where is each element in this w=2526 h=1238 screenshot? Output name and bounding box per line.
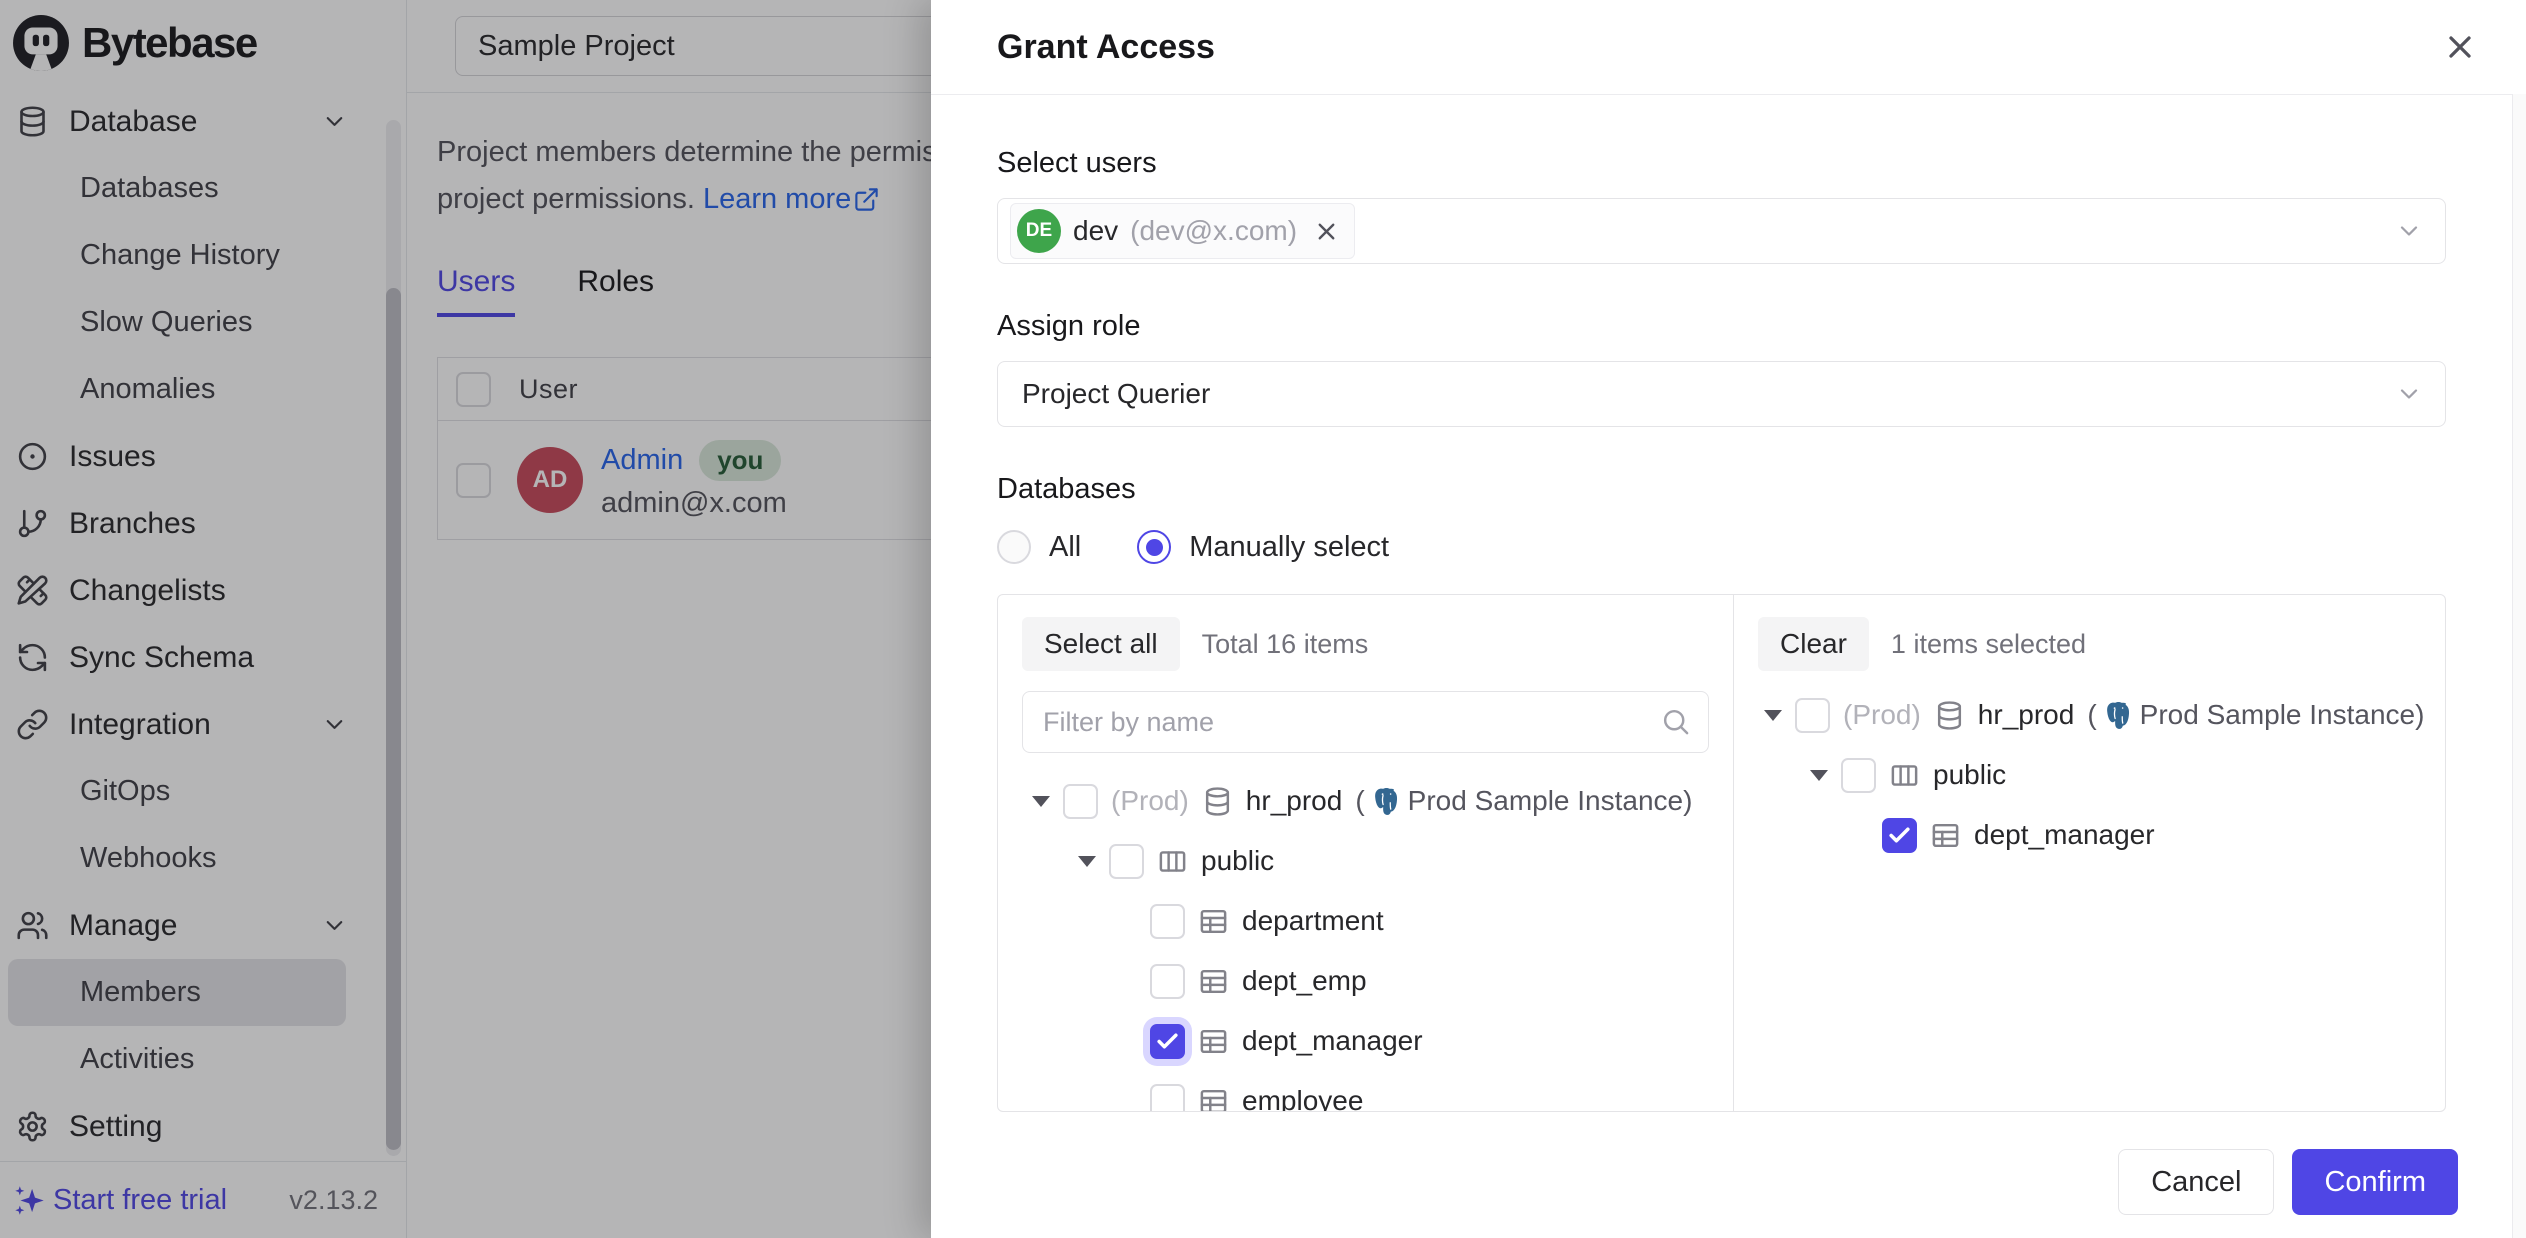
checkbox-unchecked[interactable]: [1150, 964, 1185, 999]
filter-input[interactable]: [1022, 691, 1709, 753]
checkbox-checked[interactable]: [1882, 818, 1917, 853]
role-select[interactable]: Project Querier: [997, 361, 2446, 427]
caret-down-icon[interactable]: [1810, 770, 1828, 781]
select-users-label: Select users: [997, 147, 2446, 180]
table-icon: [1198, 966, 1229, 997]
chevron-down-icon: [2395, 217, 2423, 245]
users-multiselect[interactable]: DE dev (dev@x.com): [997, 198, 2446, 264]
clear-button[interactable]: Clear: [1758, 617, 1869, 671]
modal-footer: Cancel Confirm: [931, 1126, 2512, 1238]
tree-item-table[interactable]: dept_emp: [1150, 951, 1733, 1011]
env-label: (Prod): [1111, 785, 1189, 817]
avatar: DE: [1017, 209, 1061, 253]
table-icon: [1930, 820, 1961, 851]
instance-label: ( Prod Sample Instance): [1355, 785, 1692, 817]
close-button[interactable]: [2442, 29, 2478, 65]
schema-name: public: [1201, 845, 1274, 877]
tree-item-database[interactable]: (Prod) hr_prod ( Prod Sample Instance): [1764, 685, 2445, 745]
database-icon: [1202, 786, 1233, 817]
table-icon: [1198, 1086, 1229, 1112]
checkbox-unchecked[interactable]: [1063, 784, 1098, 819]
chip-user-name: dev: [1073, 215, 1118, 247]
caret-down-icon[interactable]: [1032, 796, 1050, 807]
remove-user-icon[interactable]: [1313, 218, 1340, 245]
source-tree: (Prod) hr_prod ( Prod Sample Instance): [998, 771, 1733, 1111]
grant-access-modal: Grant Access Select users DE dev (dev@x.…: [931, 0, 2526, 1238]
database-icon: [1934, 700, 1965, 731]
confirm-button[interactable]: Confirm: [2292, 1149, 2458, 1215]
instance-label: ( Prod Sample Instance): [2087, 699, 2424, 731]
tree-item-table[interactable]: dept_manager: [1150, 1011, 1733, 1071]
assign-role-label: Assign role: [997, 310, 2446, 343]
source-pane: Select all Total 16 items (Prod) hr_prod: [998, 595, 1734, 1111]
total-items-label: Total 16 items: [1202, 629, 1369, 660]
table-icon: [1198, 1026, 1229, 1057]
radio-manual-label: Manually select: [1189, 531, 1389, 564]
tree-item-table[interactable]: dept_manager: [1882, 805, 2445, 865]
modal-header: Grant Access: [931, 0, 2526, 95]
table-name: employee: [1242, 1085, 1363, 1111]
caret-down-icon[interactable]: [1764, 710, 1782, 721]
schema-icon: [1889, 760, 1920, 791]
postgresql-icon: [1371, 786, 1402, 817]
chip-user-email: (dev@x.com): [1130, 215, 1297, 247]
check-icon: [1155, 1029, 1180, 1054]
radio-selected-icon[interactable]: [1137, 530, 1171, 564]
modal-scrollbar-track[interactable]: [2512, 94, 2526, 1238]
database-name: hr_prod: [1978, 699, 2075, 731]
table-name: dept_manager: [1242, 1025, 1423, 1057]
table-name: department: [1242, 905, 1384, 937]
close-icon: [2442, 29, 2478, 65]
modal-backdrop[interactable]: [0, 0, 931, 1238]
search-icon: [1660, 706, 1691, 737]
tree-item-database[interactable]: (Prod) hr_prod ( Prod Sample Instance): [1032, 771, 1733, 831]
env-label: (Prod): [1843, 699, 1921, 731]
selected-pane: Clear 1 items selected (Prod) hr_prod ( …: [1734, 595, 2445, 1111]
table-name: dept_manager: [1974, 819, 2155, 851]
chevron-down-icon: [2395, 380, 2423, 408]
postgresql-icon: [2103, 700, 2134, 731]
schema-name: public: [1933, 759, 2006, 791]
tree-item-schema[interactable]: public: [1810, 745, 2445, 805]
tree-item-schema[interactable]: public: [1078, 831, 1733, 891]
table-icon: [1198, 906, 1229, 937]
checkbox-unchecked[interactable]: [1109, 844, 1144, 879]
radio-all-label: All: [1049, 531, 1081, 564]
radio-manually-select[interactable]: Manually select: [1137, 530, 1389, 564]
selected-count-label: 1 items selected: [1891, 629, 2086, 660]
modal-title: Grant Access: [997, 28, 1215, 67]
checkbox-checked[interactable]: [1150, 1024, 1185, 1059]
database-scope-radios: All Manually select: [997, 530, 2446, 564]
tree-item-table[interactable]: employee: [1150, 1071, 1733, 1111]
role-value: Project Querier: [1010, 378, 1210, 410]
cancel-button[interactable]: Cancel: [2118, 1149, 2274, 1215]
checkbox-unchecked[interactable]: [1150, 1084, 1185, 1112]
checkbox-unchecked[interactable]: [1795, 698, 1830, 733]
databases-label: Databases: [997, 473, 2446, 506]
schema-icon: [1157, 846, 1188, 877]
table-name: dept_emp: [1242, 965, 1367, 997]
selected-tree: (Prod) hr_prod ( Prod Sample Instance): [1734, 685, 2445, 865]
tree-item-table[interactable]: department: [1150, 891, 1733, 951]
selected-user-chip: DE dev (dev@x.com): [1010, 203, 1355, 259]
database-transfer-panel: Select all Total 16 items (Prod) hr_prod: [997, 594, 2446, 1112]
checkbox-unchecked[interactable]: [1841, 758, 1876, 793]
database-name: hr_prod: [1246, 785, 1343, 817]
checkbox-unchecked[interactable]: [1150, 904, 1185, 939]
select-all-button[interactable]: Select all: [1022, 617, 1180, 671]
radio-unselected-icon[interactable]: [997, 530, 1031, 564]
radio-all[interactable]: All: [997, 530, 1081, 564]
check-icon: [1887, 823, 1912, 848]
caret-down-icon[interactable]: [1078, 856, 1096, 867]
